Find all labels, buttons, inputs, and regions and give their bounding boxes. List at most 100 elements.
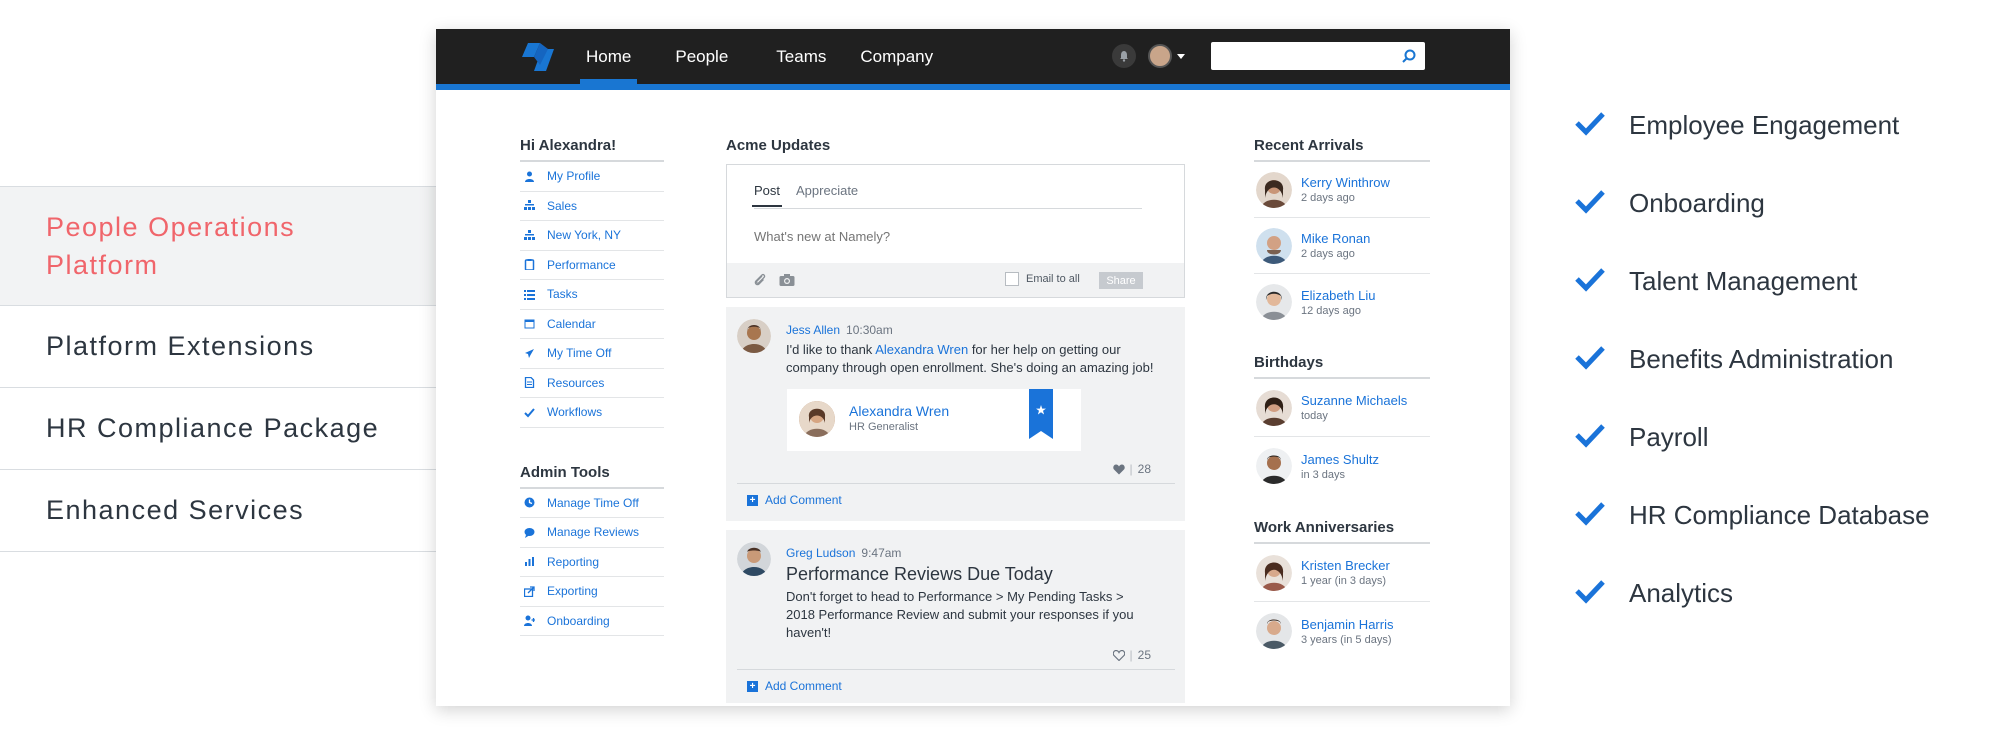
menu-item-label: People Operations Platform (46, 212, 296, 280)
sidebar-item-manage-reviews[interactable]: Manage Reviews (520, 518, 664, 548)
menu-item-platform-extensions[interactable]: Platform Extensions (0, 306, 436, 388)
sidebar-item-my-time-off[interactable]: My Time Off (520, 339, 664, 369)
person-row[interactable]: Kristen Brecker 1 year (in 3 days) (1254, 544, 1430, 602)
avatar (1256, 389, 1292, 426)
feed-title: Acme Updates (726, 137, 831, 154)
bar-chart-icon (520, 556, 547, 567)
avatar[interactable] (737, 319, 771, 353)
camera-icon[interactable] (779, 273, 795, 287)
org-chart-icon (520, 229, 547, 241)
kudos-card[interactable]: Alexandra Wren HR Generalist (787, 389, 1081, 451)
plane-icon (520, 348, 547, 359)
sidebar-item-label: Manage Time Off (547, 495, 639, 510)
add-comment-button[interactable]: + Add Comment (747, 493, 842, 507)
sidebar-item-label: Manage Reviews (547, 525, 640, 540)
avatar (1148, 44, 1172, 68)
person-name-link[interactable]: Suzanne Michaels (1301, 393, 1407, 408)
post-meta: Jess Allen 10:30am (786, 323, 893, 337)
tab-appreciate[interactable]: Appreciate (796, 183, 858, 208)
checkmark-icon (1575, 188, 1629, 218)
sidebar-item-resources[interactable]: Resources (520, 369, 664, 398)
mention-link[interactable]: Alexandra Wren (875, 342, 968, 357)
person-subtext: 3 years (in 5 days) (1301, 633, 1392, 646)
person-subtext: today (1301, 410, 1328, 422)
menu-item-enhanced-services[interactable]: Enhanced Services (0, 470, 436, 552)
clipboard-icon (520, 259, 547, 271)
feature-label: HR Compliance Database (1629, 500, 1930, 530)
heart-icon[interactable] (1112, 464, 1125, 475)
menu-item-hr-compliance-package[interactable]: HR Compliance Package (0, 388, 436, 470)
sidebar-item-label: Workflows (547, 405, 603, 420)
menu-item-label: HR Compliance Package (46, 413, 380, 443)
composer-footer: Email to all Share (727, 263, 1184, 297)
sidebar-item-new-york[interactable]: New York, NY (520, 221, 664, 251)
feature-label: Analytics (1629, 578, 1734, 608)
check-icon (520, 407, 547, 418)
tab-post[interactable]: Post (751, 183, 783, 208)
checkbox[interactable] (1005, 272, 1019, 286)
person-name-link[interactable]: Kerry Winthrow (1301, 175, 1390, 190)
person-name-link[interactable]: Mike Ronan (1301, 231, 1370, 246)
nav-item-home[interactable]: Home (579, 29, 638, 84)
add-comment-label: Add Comment (765, 493, 842, 507)
user-menu-button[interactable] (1148, 43, 1194, 69)
admin-tools-heading: Admin Tools (520, 464, 664, 489)
namely-logo-icon[interactable] (520, 41, 556, 73)
export-icon (520, 586, 547, 597)
menu-item-people-operations-platform[interactable]: People Operations Platform (0, 186, 436, 306)
app-window: Home People Teams Company Hi Alexandra! … (436, 29, 1510, 706)
feature-item: HR Compliance Database (1575, 500, 1930, 578)
sidebar-item-my-profile[interactable]: My Profile (520, 162, 664, 192)
search-input[interactable] (1211, 42, 1391, 70)
person-name-link[interactable]: Elizabeth Liu (1301, 288, 1375, 303)
paperclip-icon[interactable] (753, 273, 767, 287)
person-subtext: 2 days ago (1301, 192, 1355, 204)
post-author-link[interactable]: Greg Ludson (786, 546, 855, 560)
sidebar-item-performance[interactable]: Performance (520, 251, 664, 280)
like-count[interactable]: | 28 (1112, 462, 1151, 476)
updates-feed: Acme Updates Post Appreciate Email to al… (726, 137, 1185, 703)
person-name-link[interactable]: Kristen Brecker (1301, 558, 1390, 573)
post-author-link[interactable]: Jess Allen (786, 323, 840, 337)
search-icon[interactable] (1401, 48, 1417, 64)
nav-item-people[interactable]: People (675, 29, 728, 84)
person-row[interactable]: Suzanne Michaels today (1254, 379, 1430, 437)
sidebar-item-workflows[interactable]: Workflows (520, 398, 664, 428)
person-row[interactable]: Elizabeth Liu 12 days ago (1254, 274, 1430, 330)
add-comment-button[interactable]: + Add Comment (747, 679, 842, 693)
nav-item-teams[interactable]: Teams (776, 29, 826, 84)
feature-label: Onboarding (1629, 188, 1765, 218)
sidebar-item-exporting[interactable]: Exporting (520, 577, 664, 607)
kudos-name-link[interactable]: Alexandra Wren (849, 403, 949, 419)
person-row[interactable]: Kerry Winthrow 2 days ago (1254, 162, 1430, 218)
person-row[interactable]: James Shultz in 3 days (1254, 437, 1430, 495)
like-count[interactable]: | 25 (1112, 648, 1151, 662)
notifications-bell-icon[interactable] (1112, 44, 1136, 68)
avatar[interactable] (737, 542, 771, 576)
person-row[interactable]: Benjamin Harris 3 years (in 5 days) (1254, 602, 1430, 660)
nav-label: Home (586, 46, 632, 66)
sidebar-item-calendar[interactable]: Calendar (520, 310, 664, 339)
heart-icon[interactable] (1112, 649, 1125, 661)
sidebar-item-label: Performance (547, 257, 616, 272)
post-input[interactable] (754, 226, 1154, 246)
nav-accent-line (436, 84, 1510, 90)
feature-list: Employee Engagement Onboarding Talent Ma… (1575, 110, 1930, 656)
share-button[interactable]: Share (1099, 272, 1143, 289)
sidebar-item-label: New York, NY (547, 228, 622, 243)
sidebar-item-reporting[interactable]: Reporting (520, 548, 664, 577)
person-row[interactable]: Mike Ronan 2 days ago (1254, 218, 1430, 274)
nav-item-company[interactable]: Company (860, 29, 933, 84)
sidebar-item-tasks[interactable]: Tasks (520, 280, 664, 310)
recent-arrivals-heading: Recent Arrivals (1254, 137, 1430, 162)
email-to-all-checkbox[interactable]: Email to all (1005, 272, 1080, 286)
sidebar-item-manage-time-off[interactable]: Manage Time Off (520, 489, 664, 518)
add-comment-label: Add Comment (765, 679, 842, 693)
person-name-link[interactable]: James Shultz (1301, 452, 1379, 467)
person-name-link[interactable]: Benjamin Harris (1301, 617, 1393, 632)
feature-item: Analytics (1575, 578, 1930, 656)
sidebar-item-onboarding[interactable]: Onboarding (520, 607, 664, 636)
sidebar-item-sales[interactable]: Sales (520, 192, 664, 221)
avatar (1256, 284, 1292, 320)
feature-label: Employee Engagement (1629, 110, 1900, 140)
